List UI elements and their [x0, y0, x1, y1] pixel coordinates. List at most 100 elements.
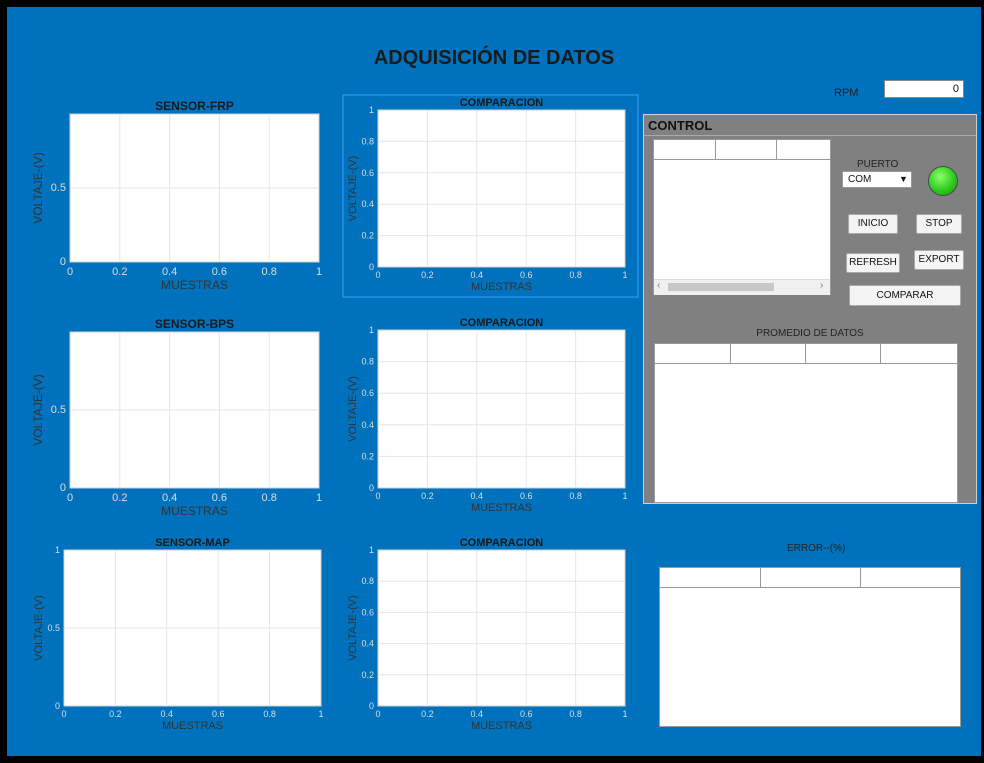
error-table-column-header[interactable] — [761, 568, 861, 588]
port-label: PUERTO — [857, 159, 899, 170]
y-tick-label: 0.2 — [361, 670, 374, 680]
x-tick-label: 0.2 — [421, 270, 434, 280]
port-select-value: COM — [848, 174, 872, 185]
averages-label: PROMEDIO DE DATOS — [756, 328, 864, 339]
control-panel: CONTROL ‹ › PUERTO COM ▼ INICIO STOP REF… — [643, 114, 977, 504]
export-button[interactable]: EXPORT — [914, 250, 964, 270]
comparar-button[interactable]: COMPARAR — [849, 285, 961, 306]
plot-title: COMPARACION — [460, 97, 544, 109]
plot-title: SENSOR-FRP — [155, 99, 234, 113]
x-tick-label: 1 — [318, 709, 323, 719]
y-axis-label: VOLTAJE-(V) — [31, 374, 45, 446]
x-tick-label: 0.2 — [421, 709, 434, 719]
y-tick-label: 0.8 — [361, 357, 374, 367]
inicio-button[interactable]: INICIO — [848, 214, 898, 234]
plot-title: COMPARACION — [460, 537, 544, 549]
plot-area[interactable] — [377, 329, 626, 489]
x-tick-label: 0.8 — [569, 709, 582, 719]
y-tick-label: 0 — [55, 701, 60, 711]
y-tick-label: 0.5 — [47, 623, 60, 633]
data-table-column-header[interactable] — [716, 140, 777, 160]
x-tick-label: 0 — [67, 266, 73, 278]
y-axis-label: VOLTAJE-(V) — [31, 152, 45, 224]
error-table-column-header[interactable] — [660, 568, 761, 588]
scroll-right-arrow-icon[interactable]: › — [820, 280, 823, 291]
data-table-hscrollbar[interactable]: ‹ › — [654, 279, 830, 295]
y-tick-label: 0.4 — [361, 199, 374, 209]
data-table-column-header[interactable] — [654, 140, 716, 160]
y-tick-label: 0.4 — [361, 639, 374, 649]
y-axis-label: VOLTAJE-(V) — [347, 376, 359, 442]
plot-axes: 0 0.2 0.4 0.6 0.8 1 0 0.2 0.4 0.6 0.8 1 COMPARACION M… — [342, 94, 639, 298]
x-tick-label: 0.6 — [520, 709, 533, 719]
plot-area[interactable] — [377, 549, 626, 707]
x-tick-label: 1 — [622, 709, 627, 719]
y-tick-label: 0 — [369, 262, 374, 272]
x-tick-label: 0.8 — [262, 266, 277, 278]
x-tick-label: 1 — [316, 266, 322, 278]
plot-title: SENSOR-MAP — [155, 537, 230, 549]
y-tick-label: 0.2 — [361, 451, 374, 461]
x-axis-label: MUESTRAS — [161, 504, 228, 518]
y-tick-label: 0 — [369, 483, 374, 493]
error-table[interactable] — [659, 567, 961, 727]
y-tick-label: 1 — [55, 545, 60, 555]
x-tick-label: 0.2 — [112, 492, 127, 504]
scroll-left-arrow-icon[interactable]: ‹ — [657, 280, 660, 291]
y-tick-label: 0.8 — [361, 576, 374, 586]
data-table[interactable]: ‹ › — [653, 139, 831, 295]
y-tick-label: 0.5 — [51, 404, 66, 416]
y-tick-label: 0.6 — [361, 388, 374, 398]
y-axis-label: VOLTAJE-(V) — [347, 156, 359, 222]
x-tick-label: 0.8 — [569, 491, 582, 501]
averages-table[interactable] — [654, 343, 958, 503]
y-tick-label: 0.5 — [51, 182, 66, 194]
plot-axes: 0 0.2 0.4 0.6 0.8 1 0 0.5 SENSOR-FRP MUESTRAS VOLT… — [31, 99, 322, 292]
y-tick-label: 0.6 — [361, 168, 374, 178]
x-tick-label: 0 — [375, 709, 380, 719]
x-tick-label: 1 — [316, 492, 322, 504]
x-tick-label: 0.6 — [520, 491, 533, 501]
error-table-column-header[interactable] — [861, 568, 960, 588]
plot-axes: 0 0.2 0.4 0.6 0.8 1 0 0.5 1 SENSOR-MAP MUESTRAS VOL… — [33, 537, 324, 732]
averages-table-column-header[interactable] — [806, 344, 881, 364]
x-tick-label: 0.2 — [421, 491, 434, 501]
y-tick-label: 0 — [369, 701, 374, 711]
averages-table-column-header[interactable] — [655, 344, 731, 364]
data-table-column-header[interactable] — [777, 140, 830, 160]
y-axis-label: VOLTAJE-(V) — [33, 595, 45, 661]
app-window: ADQUISICIÓN DE DATOS RPM 0 0 0.2 0.4 0.6 0.8… — [7, 7, 981, 756]
averages-table-column-header[interactable] — [731, 344, 806, 364]
control-divider — [644, 135, 976, 136]
x-tick-label: 0.8 — [569, 270, 582, 280]
x-tick-label: 1 — [622, 270, 627, 280]
x-tick-label: 0 — [375, 270, 380, 280]
plot-axes: 0 0.2 0.4 0.6 0.8 1 0 0.2 0.4 0.6 0.8 1 COMPARACION M… — [347, 537, 628, 732]
status-led-icon — [928, 166, 958, 196]
y-tick-label: 1 — [369, 325, 374, 335]
chevron-down-icon: ▼ — [899, 174, 908, 184]
x-axis-label: MUESTRAS — [162, 720, 223, 732]
x-tick-label: 0.6 — [212, 266, 227, 278]
y-tick-label: 0.2 — [361, 231, 374, 241]
x-tick-label: 0.4 — [471, 709, 484, 719]
plot-title: COMPARACION — [460, 317, 544, 329]
scroll-thumb[interactable] — [668, 283, 774, 291]
port-select[interactable]: COM ▼ — [842, 171, 912, 188]
plot-axes: 0 0.2 0.4 0.6 0.8 1 0 0.5 SENSOR-BPS MUESTRAS VOLT… — [31, 317, 322, 518]
x-axis-label: MUESTRAS — [161, 278, 228, 292]
y-tick-label: 0.6 — [361, 607, 374, 617]
y-tick-label: 0.4 — [361, 420, 374, 430]
averages-table-column-header[interactable] — [881, 344, 957, 364]
x-tick-label: 0.4 — [162, 492, 177, 504]
error-label: ERROR--(%) — [787, 543, 846, 554]
x-tick-label: 0.8 — [263, 709, 276, 719]
refresh-button[interactable]: REFRESH — [846, 253, 900, 273]
y-tick-label: 1 — [369, 105, 374, 115]
plot-area[interactable] — [377, 109, 626, 268]
stop-button[interactable]: STOP — [916, 214, 962, 234]
x-tick-label: 0 — [61, 709, 66, 719]
y-tick-label: 0 — [60, 256, 66, 268]
x-tick-label: 0.4 — [162, 266, 177, 278]
plot-axes: 0 0.2 0.4 0.6 0.8 1 0 0.2 0.4 0.6 0.8 1 COMPARACION M… — [347, 317, 628, 514]
